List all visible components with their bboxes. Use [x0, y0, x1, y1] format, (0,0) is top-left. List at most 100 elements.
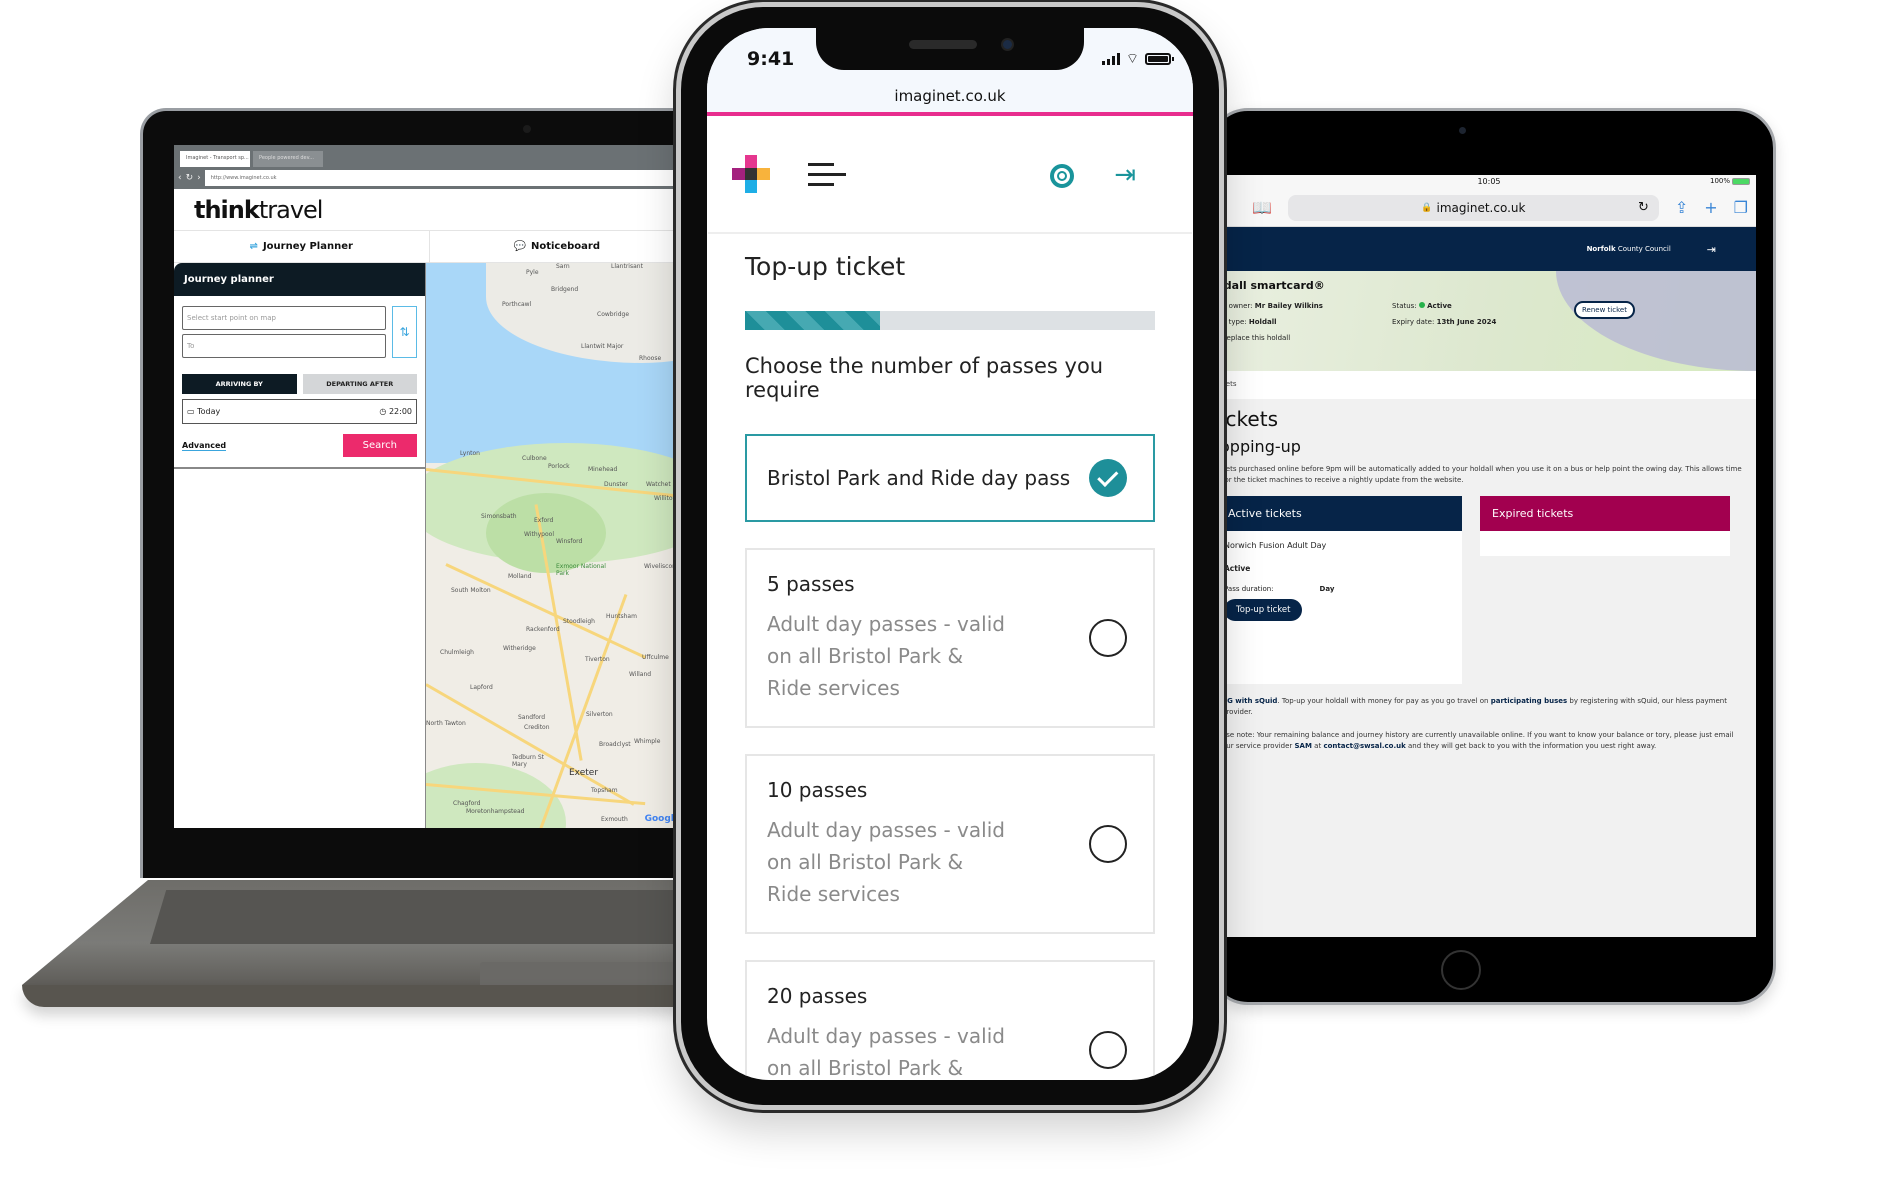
reload-icon[interactable]: ↻ [1638, 200, 1649, 215]
option-description: Adult day passes - valid on all Bristol … [767, 1024, 1005, 1080]
url-field[interactable]: 🔒 imaginet.co.uk ↻ [1287, 194, 1659, 221]
logo-bold-text: think [194, 195, 260, 224]
sign-in-icon[interactable]: ⇥ [1114, 160, 1136, 190]
active-tickets-header[interactable]: Active tickets [1222, 496, 1462, 531]
reload-icon[interactable]: ↻ [186, 173, 194, 183]
date-time-field[interactable]: ▭ Today ◷ 22:00 [182, 399, 417, 424]
pass-option[interactable]: Bristol Park and Ride day pass [745, 434, 1155, 522]
map-label: Withypool [524, 531, 554, 538]
expiry-value: 13th June 2024 [1436, 318, 1497, 326]
journey-planner-form: Select start point on map To ⇅ ARRIVING … [174, 296, 425, 469]
ticket-cards: Active tickets Norwich Fusion Adult Day … [1222, 496, 1756, 684]
phone-notch [816, 28, 1084, 70]
map-label: Bridgend [551, 286, 579, 293]
map-label: Rackenford [526, 626, 560, 633]
browser-tab[interactable]: Imaginet - Transport sp... [180, 151, 250, 167]
map[interactable]: Pyle Sarn Llantrisant Bridgend Porthcawl… [426, 263, 684, 828]
tablet-home-button[interactable] [1441, 950, 1481, 990]
map-label: Williton [654, 495, 677, 502]
pass-option[interactable]: 5 passes Adult day passes - valid on all… [745, 548, 1155, 728]
council-rest: County Council [1615, 245, 1671, 253]
breadcrumb[interactable]: kets [1222, 371, 1756, 399]
site-header: ll Norfolk County Council ⇥ [1222, 227, 1756, 271]
browser-tab-strip: Imaginet - Transport sp... People powere… [174, 145, 684, 167]
owner-row: d owner: Mr Bailey Wilkins [1222, 302, 1392, 310]
status-value: Active [1427, 302, 1452, 310]
thinktravel-logo[interactable]: thinktravel [194, 195, 323, 224]
map-label: Moretonhampstead [466, 808, 525, 815]
hero-decoration [1556, 271, 1756, 371]
expired-tickets-header[interactable]: Expired tickets [1480, 496, 1730, 531]
sam-link[interactable]: SAM [1295, 742, 1312, 750]
url-bar[interactable]: imaginet.co.uk [707, 84, 1193, 116]
squid-info: YG with sQuid. Top-up your holdall with … [1222, 696, 1742, 718]
renew-ticket-button[interactable]: Renew ticket [1574, 301, 1635, 319]
plus-icon[interactable]: + [1704, 198, 1717, 217]
map-label: Willand [629, 671, 652, 678]
site-header: thinktravel [174, 189, 684, 231]
map-label: Exmouth [601, 816, 628, 823]
smartcard-hero: ldall smartcard® d owner: Mr Bailey Wilk… [1222, 271, 1756, 371]
page-title: Top-up ticket [745, 252, 906, 281]
nav-noticeboard[interactable]: 💬 Noticeboard [430, 231, 685, 262]
map-label: Witheridge [503, 645, 536, 652]
sign-out-icon[interactable]: ⇥ [1707, 243, 1716, 256]
map-label: Porthcawl [502, 301, 532, 308]
back-icon[interactable]: ‹ [178, 173, 182, 183]
council-bold: Norfolk [1586, 245, 1616, 253]
departing-after-button[interactable]: DEPARTING AFTER [302, 374, 417, 394]
lifebuoy-help-icon[interactable] [1050, 164, 1074, 188]
pass-option[interactable]: 20 passes Adult day passes - valid on al… [745, 960, 1155, 1080]
participating-buses-link[interactable]: participating buses [1491, 697, 1567, 705]
laptop-keyboard [150, 890, 690, 944]
book-icon[interactable]: 📖 [1252, 198, 1272, 217]
map-label: Llantwit Major [581, 343, 624, 350]
battery-indicator: 100% [1710, 177, 1750, 185]
browser-tab[interactable]: People powered dev... [253, 151, 323, 167]
search-button[interactable]: Search [342, 434, 417, 457]
arriving-by-button[interactable]: ARRIVING BY [182, 374, 297, 394]
checkmark-icon[interactable] [1089, 459, 1127, 497]
expiry-row: Expiry date: 13th June 2024 [1392, 318, 1542, 326]
email-link[interactable]: contact@swsal.co.uk [1323, 742, 1405, 750]
phone-front-camera [1001, 38, 1014, 51]
forward-icon[interactable]: › [197, 173, 201, 183]
calendar-icon: ▭ [187, 407, 195, 416]
pass-option[interactable]: 10 passes Adult day passes - valid on al… [745, 754, 1155, 934]
map-label: Lynton [460, 450, 480, 457]
phone-screen: 9:41 ⌔ imaginet.co.uk ⇥ Top-up ticket Ch… [707, 28, 1193, 1080]
radio-button[interactable] [1089, 825, 1127, 863]
chat-icon: 💬 [513, 241, 526, 252]
date-value: Today [197, 407, 221, 416]
nav-journey-planner[interactable]: ⇌ Journey Planner [174, 231, 430, 262]
radio-button[interactable] [1089, 619, 1127, 657]
share-icon[interactable]: ⇪ [1675, 198, 1688, 217]
phone-speaker [909, 40, 977, 49]
map-label: Sarn [556, 263, 570, 270]
map-label: Lapford [470, 684, 493, 691]
map-label: Uffculme [642, 654, 669, 661]
option-title: Bristol Park and Ride day pass [767, 466, 1071, 490]
tabs-icon[interactable]: ❐ [1734, 198, 1748, 217]
to-input[interactable]: To [182, 334, 386, 358]
expired-tickets-card: Expired tickets [1480, 496, 1730, 556]
page-title: ickets [1222, 407, 1278, 431]
clock-icon: ◷ [379, 407, 387, 416]
from-input[interactable]: Select start point on map [182, 306, 386, 330]
type-label: d type: [1222, 318, 1249, 326]
journey-planner-panel: Journey planner Select start point on ma… [174, 263, 426, 828]
radio-button[interactable] [1089, 1031, 1127, 1069]
swap-icon[interactable]: ⇅ [392, 306, 417, 358]
map-label: Dunster [604, 481, 628, 488]
imaginet-cross-logo[interactable] [732, 155, 770, 193]
url-input[interactable]: http://www.imaginet.co.uk [204, 170, 680, 186]
map-label: Culbone [522, 455, 547, 462]
status-time: 9:41 [747, 48, 795, 70]
nav-label: Noticeboard [530, 241, 600, 252]
top-up-ticket-button[interactable]: Top-up ticket [1224, 599, 1303, 621]
hamburger-menu-icon[interactable] [808, 162, 846, 186]
advanced-link[interactable]: Advanced [182, 441, 227, 451]
battery-percent: 100% [1709, 177, 1730, 185]
council-logo: Norfolk County Council [1587, 245, 1671, 253]
progress-fill [745, 311, 881, 330]
